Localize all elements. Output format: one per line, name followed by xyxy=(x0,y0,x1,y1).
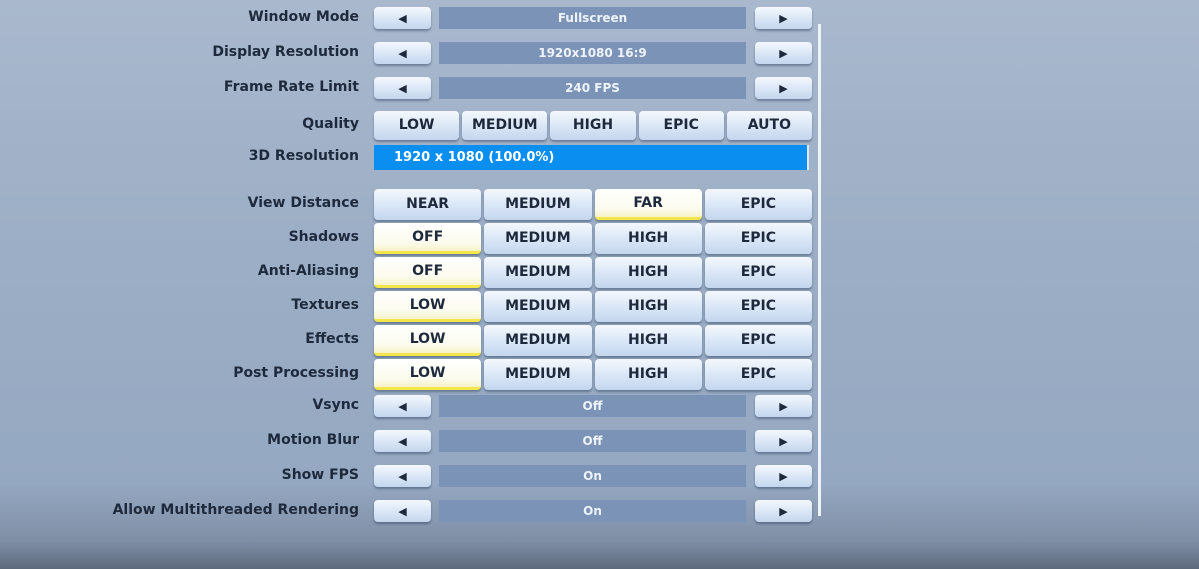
next-button[interactable]: ▶ xyxy=(755,77,812,99)
setting-label: Anti-Aliasing xyxy=(257,263,359,279)
setting-value: Fullscreen xyxy=(439,7,746,29)
option-high[interactable]: HIGH xyxy=(594,290,702,322)
setting-label: View Distance xyxy=(247,195,359,211)
right-arrow-icon: ▶ xyxy=(779,504,788,518)
setting-value: 1920x1080 16:9 xyxy=(439,42,746,64)
prev-button[interactable]: ◀ xyxy=(374,7,431,29)
setting-label: 3D Resolution xyxy=(248,148,359,164)
setting-label: Shadows xyxy=(288,229,359,245)
option-medium[interactable]: MEDIUM xyxy=(484,256,592,288)
option-medium[interactable]: MEDIUM xyxy=(484,222,592,254)
prev-button[interactable]: ◀ xyxy=(374,430,431,452)
next-button[interactable]: ▶ xyxy=(755,430,812,452)
setting-label: Show FPS xyxy=(281,467,359,483)
next-button[interactable]: ▶ xyxy=(755,395,812,417)
option-medium[interactable]: MEDIUM xyxy=(484,290,592,322)
option-medium[interactable]: MEDIUM xyxy=(462,110,548,140)
option-epic[interactable]: EPIC xyxy=(704,358,812,390)
left-arrow-icon: ◀ xyxy=(398,46,407,60)
option-auto[interactable]: AUTO xyxy=(726,110,812,140)
setting-value: Off xyxy=(439,430,746,452)
prev-button[interactable]: ◀ xyxy=(374,500,431,522)
setting-label: Effects xyxy=(305,331,359,347)
option-high[interactable]: HIGH xyxy=(594,324,702,356)
setting-label: Motion Blur xyxy=(267,432,359,448)
prev-button[interactable]: ◀ xyxy=(374,395,431,417)
option-epic[interactable]: EPIC xyxy=(704,290,812,322)
option-high[interactable]: HIGH xyxy=(594,222,702,254)
right-arrow-icon: ▶ xyxy=(779,399,788,413)
setting-value: Off xyxy=(439,395,746,417)
option-epic[interactable]: EPIC xyxy=(704,188,812,220)
prev-button[interactable]: ◀ xyxy=(374,42,431,64)
setting-label: Textures xyxy=(291,297,359,313)
prev-button[interactable]: ◀ xyxy=(374,77,431,99)
option-off[interactable]: OFF xyxy=(374,222,482,254)
setting-label: Allow Multithreaded Rendering xyxy=(112,502,359,518)
option-near[interactable]: NEAR xyxy=(374,188,482,220)
right-arrow-icon: ▶ xyxy=(779,81,788,95)
option-medium[interactable]: MEDIUM xyxy=(484,324,592,356)
right-arrow-icon: ▶ xyxy=(779,46,788,60)
option-epic[interactable]: EPIC xyxy=(638,110,724,140)
option-epic[interactable]: EPIC xyxy=(704,324,812,356)
left-arrow-icon: ◀ xyxy=(398,81,407,95)
next-button[interactable]: ▶ xyxy=(755,500,812,522)
option-medium[interactable]: MEDIUM xyxy=(484,188,592,220)
left-arrow-icon: ◀ xyxy=(398,504,407,518)
left-arrow-icon: ◀ xyxy=(398,11,407,25)
setting-value: On xyxy=(439,500,746,522)
resolution-slider[interactable]: 1920 x 1080 (100.0%) xyxy=(374,145,809,170)
setting-label: Display Resolution xyxy=(212,44,359,60)
setting-label: Frame Rate Limit xyxy=(223,79,359,95)
option-epic[interactable]: EPIC xyxy=(704,222,812,254)
left-arrow-icon: ◀ xyxy=(398,434,407,448)
next-button[interactable]: ▶ xyxy=(755,7,812,29)
right-arrow-icon: ▶ xyxy=(779,434,788,448)
option-off[interactable]: OFF xyxy=(374,256,482,288)
left-arrow-icon: ◀ xyxy=(398,399,407,413)
option-low[interactable]: LOW xyxy=(374,358,482,390)
prev-button[interactable]: ◀ xyxy=(374,465,431,487)
setting-label: Quality xyxy=(302,116,359,132)
option-low[interactable]: LOW xyxy=(374,324,482,356)
setting-label: Vsync xyxy=(312,397,359,413)
option-high[interactable]: HIGH xyxy=(594,256,702,288)
option-epic[interactable]: EPIC xyxy=(704,256,812,288)
option-high[interactable]: HIGH xyxy=(550,110,636,140)
setting-label: Window Mode xyxy=(248,9,359,25)
right-arrow-icon: ▶ xyxy=(779,11,788,25)
right-arrow-icon: ▶ xyxy=(779,469,788,483)
option-low[interactable]: LOW xyxy=(374,290,482,322)
option-high[interactable]: HIGH xyxy=(594,358,702,390)
setting-value: 240 FPS xyxy=(439,77,746,99)
scrollbar[interactable] xyxy=(818,24,821,516)
next-button[interactable]: ▶ xyxy=(755,465,812,487)
option-medium[interactable]: MEDIUM xyxy=(484,358,592,390)
left-arrow-icon: ◀ xyxy=(398,469,407,483)
setting-label: Post Processing xyxy=(233,365,359,381)
option-far[interactable]: FAR xyxy=(594,188,702,220)
option-low[interactable]: LOW xyxy=(374,110,460,140)
setting-value: On xyxy=(439,465,746,487)
next-button[interactable]: ▶ xyxy=(755,42,812,64)
